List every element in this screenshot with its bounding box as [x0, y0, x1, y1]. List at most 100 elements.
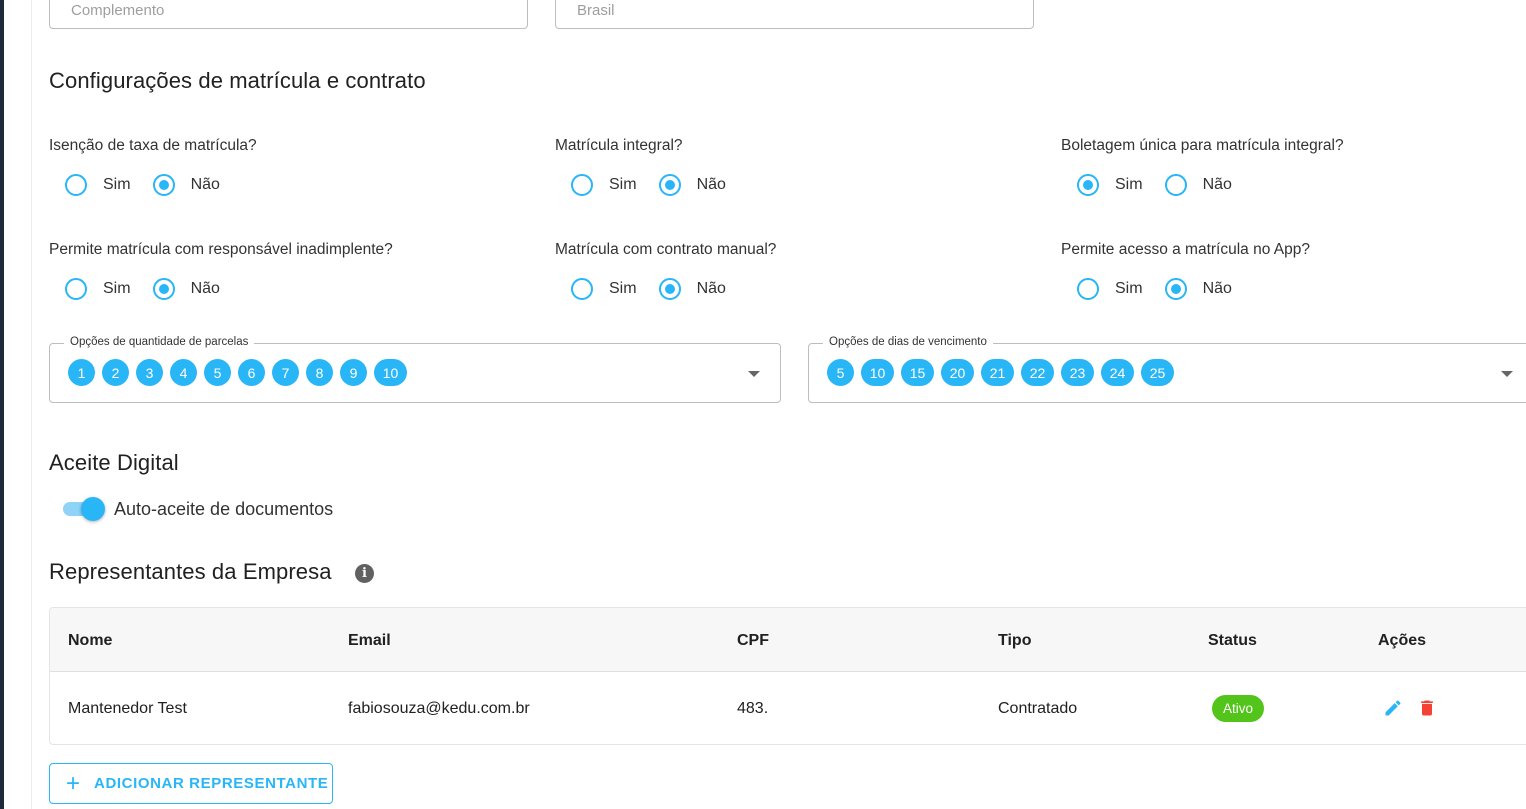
radio-inadimplente-nao[interactable]: Não	[152, 278, 220, 300]
radio-circle	[571, 278, 593, 300]
radio-label: Não	[1202, 280, 1232, 297]
chip-parcela[interactable]: 4	[170, 359, 197, 386]
parcelas-chips: 1 2 3 4 5 6 7 8 9 10	[68, 359, 414, 386]
radio-label: Não	[190, 280, 220, 297]
aceite-section-title: Aceite Digital	[49, 450, 179, 475]
radio-isencao-sim[interactable]: Sim	[65, 174, 131, 196]
dropdown-caret-icon[interactable]	[1501, 371, 1513, 377]
radio-circle	[658, 278, 681, 300]
radio-group-boletagem-unica: Sim Não	[1077, 172, 1254, 198]
auto-aceite-toggle[interactable]	[63, 497, 105, 521]
radio-label: Sim	[609, 176, 637, 193]
representantes-section-title: Representantes da Empresa	[49, 559, 332, 584]
edit-icon[interactable]	[1383, 698, 1403, 718]
chip-vencimento[interactable]: 20	[941, 359, 974, 386]
radio-circle	[65, 174, 87, 196]
radio-inadimplente-sim[interactable]: Sim	[65, 278, 131, 300]
vencimento-chips: 5 10 15 20 21 22 23 24 25	[827, 359, 1181, 386]
info-icon[interactable]: i	[355, 564, 374, 583]
radio-app-nao[interactable]: Não	[1164, 278, 1232, 300]
radio-group-matricula-integral: Sim Não	[571, 172, 748, 198]
chip-vencimento[interactable]: 21	[981, 359, 1014, 386]
plus-icon: +	[66, 769, 81, 797]
radio-circle	[1164, 278, 1187, 300]
column-header-tipo[interactable]: Tipo	[998, 632, 1031, 650]
radio-label: Sim	[103, 280, 131, 297]
radio-label: Não	[190, 176, 220, 193]
add-representante-label: ADICIONAR REPRESENTANTE	[94, 775, 329, 792]
radio-circle	[658, 174, 681, 196]
status-badge: Ativo	[1212, 695, 1265, 722]
radio-app-sim[interactable]: Sim	[1077, 278, 1143, 300]
question-responsavel-inadimplente: Permite matrícula com responsável inadim…	[49, 241, 393, 258]
radio-isencao-nao[interactable]: Não	[152, 174, 220, 196]
representantes-table: Nome Email CPF Tipo Status Ações Mantene…	[49, 607, 1526, 745]
radio-label: Sim	[103, 176, 131, 193]
column-header-cpf[interactable]: CPF	[737, 632, 769, 650]
radio-label: Não	[696, 280, 726, 297]
left-rail-panel	[4, 0, 32, 809]
chip-vencimento[interactable]: 24	[1101, 359, 1134, 386]
delete-icon[interactable]	[1417, 698, 1437, 718]
vencimento-legend: Opções de dias de vencimento	[823, 336, 993, 348]
radio-integral-nao[interactable]: Não	[658, 174, 726, 196]
question-isencao-taxa: Isenção de taxa de matrícula?	[49, 137, 257, 154]
question-matricula-integral: Matrícula integral?	[555, 137, 683, 154]
radio-circle	[152, 174, 175, 196]
cell-cpf: 483.	[737, 700, 769, 717]
radio-label: Sim	[1115, 280, 1143, 297]
chip-parcela[interactable]: 6	[238, 359, 265, 386]
radio-label: Não	[696, 176, 726, 193]
dropdown-caret-icon[interactable]	[748, 371, 760, 377]
chip-parcela[interactable]: 9	[340, 359, 367, 386]
column-header-status[interactable]: Status	[1208, 632, 1257, 650]
radio-group-isencao-taxa: Sim Não	[65, 172, 242, 198]
radio-circle	[152, 278, 175, 300]
question-contrato-manual: Matrícula com contrato manual?	[555, 241, 777, 258]
chip-vencimento[interactable]: 5	[827, 359, 854, 386]
radio-group-contrato-manual: Sim Não	[571, 276, 748, 302]
radio-circle	[571, 174, 593, 196]
chip-vencimento[interactable]: 23	[1061, 359, 1094, 386]
chip-parcela[interactable]: 5	[204, 359, 231, 386]
chip-vencimento[interactable]: 25	[1141, 359, 1174, 386]
chip-parcela[interactable]: 2	[102, 359, 129, 386]
chip-parcela[interactable]: 3	[136, 359, 163, 386]
chip-vencimento[interactable]: 22	[1021, 359, 1054, 386]
radio-contrato-sim[interactable]: Sim	[571, 278, 637, 300]
pais-value: Brasil	[577, 2, 615, 19]
radio-label: Não	[1202, 176, 1232, 193]
radio-group-acesso-app: Sim Não	[1077, 276, 1254, 302]
pais-input[interactable]: Brasil	[555, 0, 1034, 29]
chip-vencimento[interactable]: 15	[901, 359, 934, 386]
complemento-input[interactable]: Complemento	[49, 0, 528, 29]
add-representante-button[interactable]: + ADICIONAR REPRESENTANTE	[49, 763, 333, 804]
vencimento-select[interactable]: Opções de dias de vencimento 5 10 15 20 …	[808, 336, 1526, 403]
radio-integral-sim[interactable]: Sim	[571, 174, 637, 196]
parcelas-select[interactable]: Opções de quantidade de parcelas 1 2 3 4…	[49, 336, 781, 403]
radio-contrato-nao[interactable]: Não	[658, 278, 726, 300]
complemento-placeholder: Complemento	[71, 2, 165, 19]
column-header-nome[interactable]: Nome	[68, 632, 112, 650]
table-header: Nome Email CPF Tipo Status Ações	[50, 608, 1526, 672]
radio-group-responsavel-inadimplente: Sim Não	[65, 276, 242, 302]
radio-circle	[1164, 174, 1187, 196]
chip-vencimento[interactable]: 10	[861, 359, 894, 386]
radio-label: Sim	[1115, 176, 1143, 193]
chip-parcela[interactable]: 7	[272, 359, 299, 386]
toggle-thumb	[81, 497, 105, 521]
radio-circle	[1077, 174, 1099, 196]
chip-parcela[interactable]: 1	[68, 359, 95, 386]
config-section-title: Configurações de matrícula e contrato	[49, 68, 426, 93]
chip-parcela[interactable]: 8	[306, 359, 333, 386]
radio-boletagem-nao[interactable]: Não	[1164, 174, 1232, 196]
radio-boletagem-sim[interactable]: Sim	[1077, 174, 1143, 196]
radio-label: Sim	[609, 280, 637, 297]
question-acesso-app: Permite acesso a matrícula no App?	[1061, 241, 1310, 258]
column-header-email[interactable]: Email	[348, 632, 391, 650]
question-boletagem-unica: Boletagem única para matrícula integral?	[1061, 137, 1344, 154]
auto-aceite-label: Auto-aceite de documentos	[114, 499, 334, 519]
radio-circle	[65, 278, 87, 300]
chip-parcela[interactable]: 10	[374, 359, 407, 386]
column-header-acoes: Ações	[1378, 632, 1427, 649]
